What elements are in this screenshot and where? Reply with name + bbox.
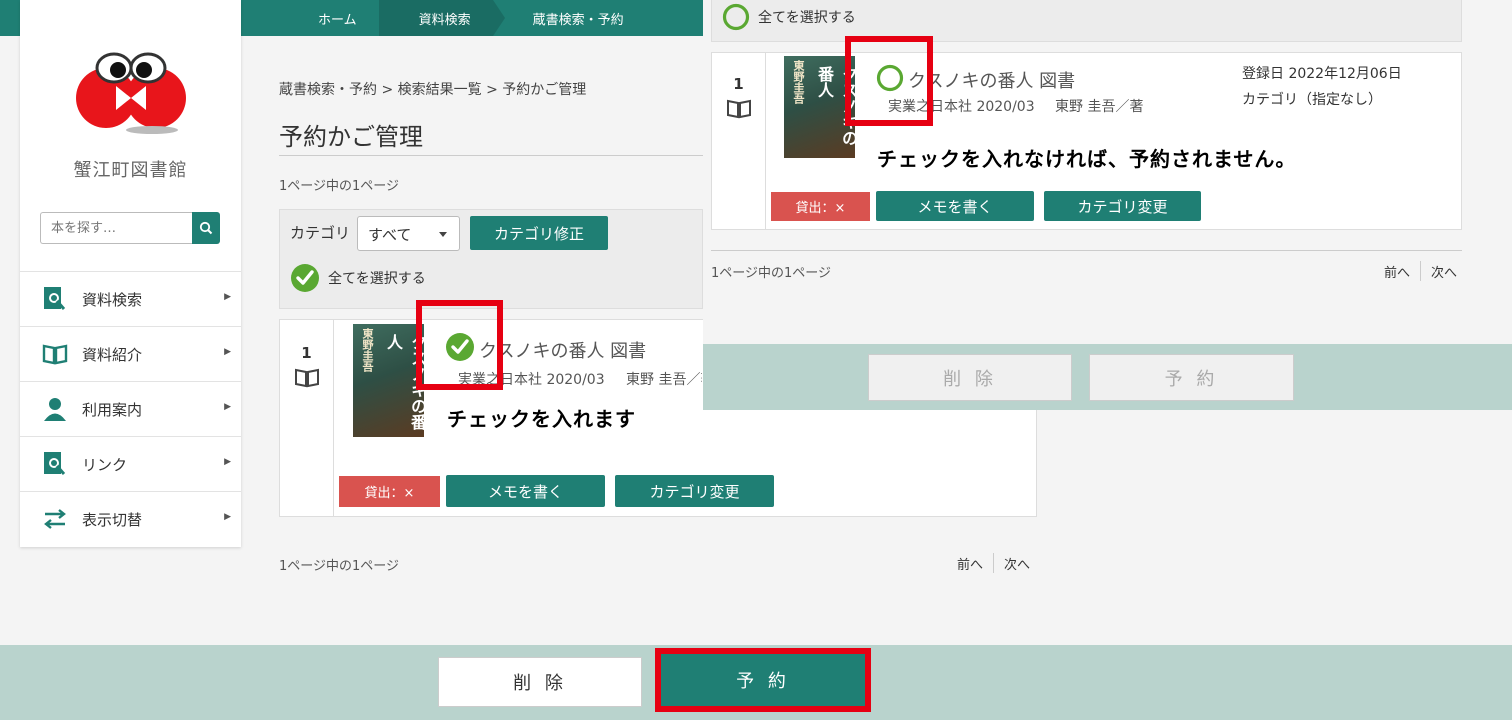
sidebar-item-guide[interactable]: 利用案内 ▶: [20, 381, 241, 436]
book-title-link[interactable]: クスノキの番人 図書: [479, 337, 646, 363]
pager-divider: [993, 553, 995, 573]
page-title: 予約かご管理: [279, 123, 423, 151]
loan-status-badge: 貸出：×: [339, 476, 440, 507]
title-divider: [279, 155, 703, 156]
book-author: 東野 圭吾／著: [626, 372, 702, 388]
cover-author: 東野圭吾: [792, 60, 805, 104]
sidebar-item-label: 表示切替: [82, 510, 143, 529]
inset-loan-status-badge: 貸出：×: [771, 192, 870, 221]
caret-down-icon: [439, 232, 447, 237]
highlight-check-box: [416, 300, 503, 390]
select-all-label: 全てを選択する: [758, 10, 856, 26]
sidebar: 蟹江町図書館 資料検索 ▶ 資料紹介 ▶: [20, 0, 241, 547]
uncheck-annotation: チェックを入れなければ、予約されません。: [877, 147, 1297, 171]
highlight-uncheck-box: [845, 36, 933, 126]
inset-book-title-link[interactable]: クスノキの番人 図書: [908, 67, 1075, 93]
open-book-icon: [42, 341, 68, 367]
delete-button[interactable]: 削 除: [438, 657, 642, 707]
check-circle-icon: [291, 264, 319, 292]
write-memo-button[interactable]: メモを書く: [446, 475, 605, 507]
empty-circle-icon: [722, 3, 750, 31]
chevron-right-icon: ▶: [224, 347, 231, 357]
category-select-value: すべて: [368, 226, 412, 244]
item-number-column: 1: [280, 320, 334, 516]
search-button[interactable]: [192, 212, 220, 244]
sidebar-nav: 資料検索 ▶ 資料紹介 ▶ 利用案内 ▶ リンク ▶ 表示切替 ▶: [20, 271, 241, 546]
check-annotation: チェックを入れます: [447, 407, 636, 431]
page-breadcrumb: 蔵書検索・予約 > 検索結果一覧 > 予約かご管理: [279, 82, 587, 98]
chevron-right-icon: ▶: [224, 402, 231, 412]
category-label: カテゴリ: [290, 224, 351, 242]
sidebar-item-label: 資料紹介: [82, 345, 143, 364]
sidebar-item-display-toggle[interactable]: 表示切替 ▶: [20, 491, 241, 546]
select-all-label: 全てを選択する: [328, 271, 426, 287]
highlight-reserve-button: [655, 648, 871, 712]
registered-date: 登録日 2022年12月06日: [1242, 66, 1402, 82]
link-search-icon: [42, 451, 68, 477]
user-icon: [42, 396, 68, 422]
item-number-column: 1: [712, 53, 766, 229]
inset-select-all[interactable]: 全てを選択する: [722, 3, 856, 31]
search-icon: [199, 221, 213, 235]
page-info-bottom: 1ページ中の1ページ: [279, 559, 400, 574]
breadcrumb-home[interactable]: ホーム: [280, 0, 379, 36]
pager-divider: [1420, 261, 1422, 281]
next-link[interactable]: 次へ: [1431, 262, 1457, 281]
breadcrumb: ホーム 資料検索 蔵書検索・予約: [280, 0, 646, 36]
prev-link[interactable]: 前へ: [957, 554, 983, 573]
library-name: 蟹江町図書館: [73, 160, 188, 181]
chevron-right-icon: ▶: [224, 292, 231, 302]
cover-author: 東野圭吾: [361, 328, 374, 372]
page-info: 1ページ中の1ページ: [279, 179, 400, 194]
search-input[interactable]: [40, 212, 192, 244]
sidebar-item-introduction[interactable]: 資料紹介 ▶: [20, 326, 241, 381]
item-category: カテゴリ（指定なし）: [1242, 92, 1382, 108]
item-number: 1: [733, 75, 744, 93]
inset-pager: 前へ 次へ: [1384, 261, 1457, 281]
sidebar-item-links[interactable]: リンク ▶: [20, 436, 241, 491]
item-number: 1: [301, 344, 312, 362]
breadcrumb-search[interactable]: 資料検索: [378, 0, 505, 36]
breadcrumb-catalog[interactable]: 蔵書検索・予約: [493, 0, 646, 36]
category-select[interactable]: すべて: [357, 216, 460, 251]
select-all[interactable]: 全てを選択する: [290, 263, 426, 293]
sidebar-item-search[interactable]: 資料検索 ▶: [20, 271, 241, 326]
inset-category-change-button[interactable]: カテゴリ変更: [1044, 191, 1201, 221]
next-link[interactable]: 次へ: [1004, 554, 1030, 573]
book-icon: [294, 368, 319, 388]
pager: 前へ 次へ: [957, 553, 1030, 573]
prev-link[interactable]: 前へ: [1384, 262, 1410, 281]
inset-divider: [711, 250, 1462, 251]
inset-reserve-button-disabled[interactable]: 予 約: [1089, 354, 1294, 401]
category-edit-button[interactable]: カテゴリ修正: [470, 216, 608, 250]
sidebar-item-label: 利用案内: [82, 400, 143, 419]
inset-delete-button-disabled[interactable]: 削 除: [868, 354, 1072, 401]
category-change-button[interactable]: カテゴリ変更: [615, 475, 774, 507]
inset-write-memo-button[interactable]: メモを書く: [876, 191, 1034, 221]
chevron-right-icon: ▶: [224, 457, 231, 467]
chevron-right-icon: ▶: [224, 512, 231, 522]
inset-book-author: 東野 圭吾／著: [1055, 99, 1144, 115]
book-cover[interactable]: 東野圭吾 クスノキの番人: [353, 324, 424, 437]
sidebar-item-label: リンク: [82, 455, 128, 474]
library-logo-icon: [76, 52, 186, 134]
catalog-search-icon: [42, 286, 68, 312]
sidebar-item-label: 資料検索: [82, 290, 143, 309]
swap-arrows-icon: [42, 506, 68, 532]
inset-page-info: 1ページ中の1ページ: [711, 266, 832, 281]
sidebar-search: [40, 212, 220, 244]
book-icon: [726, 99, 751, 119]
